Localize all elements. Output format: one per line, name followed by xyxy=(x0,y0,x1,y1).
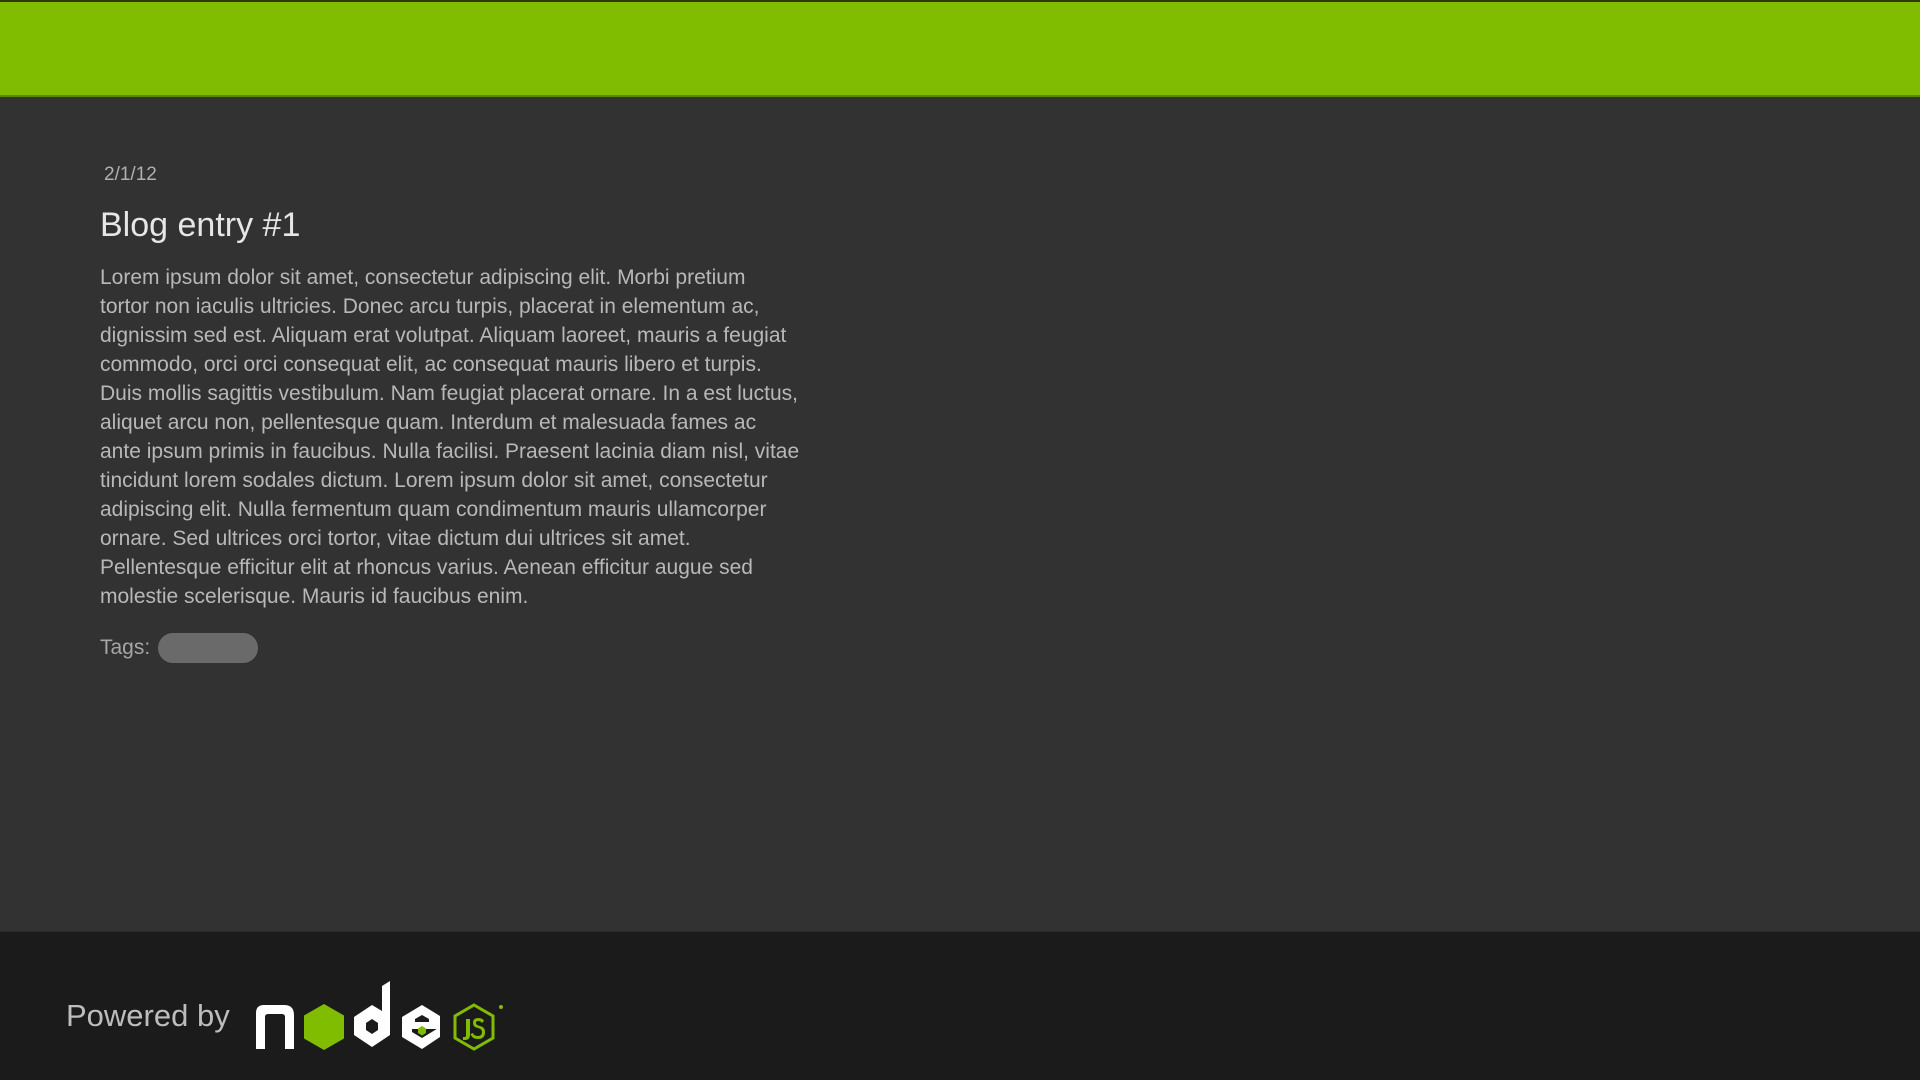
blog-post: 2/1/12 Blog entry #1 Lorem ipsum dolor s… xyxy=(100,163,800,663)
main-content: 2/1/12 Blog entry #1 Lorem ipsum dolor s… xyxy=(0,97,1920,931)
footer: Powered by xyxy=(0,931,1920,1080)
post-title: Blog entry #1 xyxy=(100,206,301,244)
post-date: 2/1/12 xyxy=(104,164,157,185)
powered-by: Powered by xyxy=(66,981,504,1051)
top-accent-bar xyxy=(0,0,1920,97)
post-tags: Tags: xyxy=(100,633,800,663)
nodejs-logo-icon xyxy=(255,981,503,1051)
post-body: Lorem ipsum dolor sit amet, consectetur … xyxy=(100,266,800,608)
powered-by-label: Powered by xyxy=(66,998,230,1033)
tags-label: Tags: xyxy=(100,636,151,659)
tag-pill[interactable] xyxy=(158,633,259,663)
